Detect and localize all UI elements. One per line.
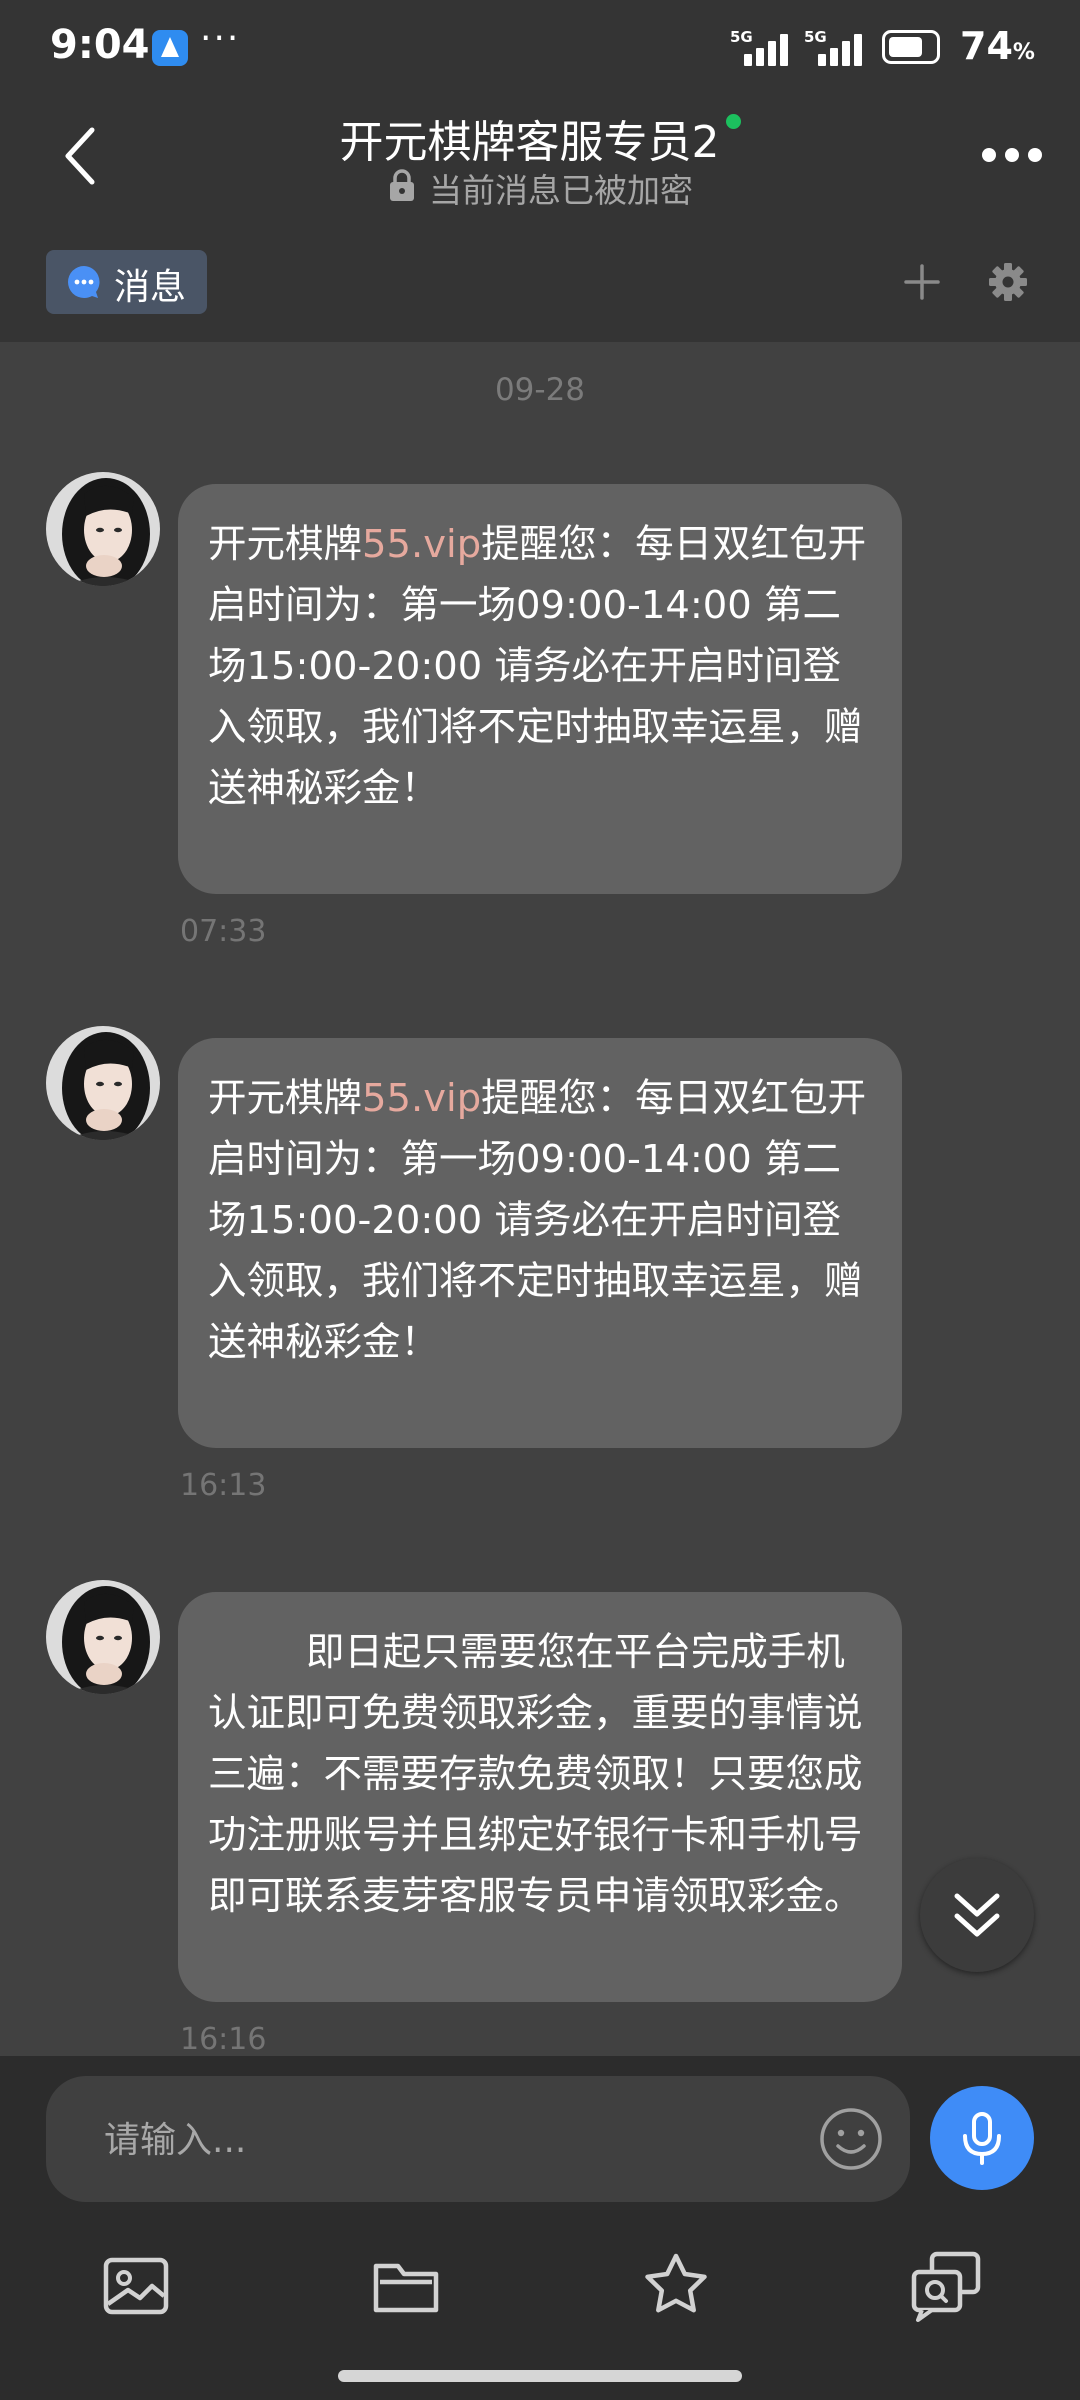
more-options-button[interactable] [980, 134, 1044, 174]
page-title: 开元棋牌客服专员2 [339, 117, 720, 168]
header-title-row: 开元棋牌客服专员2 [0, 106, 1080, 170]
tab-messages[interactable]: 消息 [46, 250, 207, 314]
message-link[interactable]: 55.vip [362, 522, 481, 567]
message-input-box[interactable] [46, 2076, 910, 2202]
message-time: 16:16 [180, 2022, 267, 2056]
battery-percent-value: 74 [960, 24, 1013, 68]
composer [0, 2056, 1080, 2400]
message-time: 07:33 [180, 914, 267, 949]
avatar-image [46, 472, 160, 586]
folder-icon [373, 2263, 439, 2313]
message-input[interactable] [102, 2106, 806, 2174]
voice-input-button[interactable] [930, 2086, 1034, 2190]
message-time: 16:13 [180, 1468, 267, 1503]
chat-bubble-icon [68, 266, 100, 299]
battery-level-fill [889, 37, 922, 57]
network-type-label: 5G [730, 28, 753, 46]
plus-icon [904, 264, 940, 300]
settings-button[interactable] [986, 260, 1030, 304]
gear-icon [989, 263, 1027, 301]
favorite-button[interactable] [636, 2246, 716, 2326]
tab-messages-label: 消息 [114, 267, 187, 308]
cellular-signal-icon: 5G [804, 28, 870, 68]
chat-header: 开元棋牌客服专员2 当前消息已被加密 消息 [0, 96, 1080, 342]
double-chevron-down-icon [954, 1893, 1000, 1937]
message-link[interactable]: 55.vip [362, 1076, 481, 1121]
add-button[interactable] [900, 260, 944, 304]
message-text: 开元棋牌 [208, 1076, 363, 1121]
quick-reply-icon [911, 2251, 981, 2322]
avatar[interactable] [46, 472, 160, 586]
image-button[interactable] [96, 2246, 176, 2326]
lock-icon [390, 169, 414, 201]
avatar[interactable] [46, 1580, 160, 1694]
header-subtitle: 当前消息已被加密 [429, 171, 693, 210]
star-icon [645, 2253, 707, 2313]
emoji-button[interactable] [818, 2106, 884, 2172]
message-bubble[interactable]: 即日起只需要您在平台完成手机认证即可免费领取彩金，重要的事情说三遍：不需要存款免… [178, 1592, 902, 2002]
message-text: 开元棋牌 [208, 522, 363, 567]
battery-icon [882, 30, 940, 64]
online-status-dot [725, 114, 741, 129]
message-bubble[interactable]: 开元棋牌55.vip提醒您：每日双红包开启时间为：第一场09:00-14:00 … [178, 1038, 902, 1448]
message-bubble[interactable]: 开元棋牌55.vip提醒您：每日双红包开启时间为：第一场09:00-14:00 … [178, 484, 902, 894]
status-time: 9:04 [50, 22, 150, 68]
network-type-label: 5G [804, 28, 827, 46]
status-more-indicator: ··· [200, 18, 241, 59]
status-bar: 9:04 ··· 5G 5G 74% [0, 0, 1080, 96]
scroll-to-bottom-button[interactable] [920, 1858, 1034, 1972]
battery-percent-unit: % [1012, 40, 1035, 65]
quick-reply-button[interactable] [906, 2246, 986, 2326]
date-separator: 09-28 [494, 372, 586, 408]
navigation-arrow-icon [152, 30, 188, 66]
avatar-image [46, 1026, 160, 1140]
encryption-notice: 当前消息已被加密 [0, 164, 1080, 212]
avatar[interactable] [46, 1026, 160, 1140]
more-dots-icon [982, 148, 996, 162]
home-indicator[interactable] [338, 2370, 742, 2382]
message-list[interactable]: 09-28 开元棋牌55.vip提醒您：每日双红包开启时间为：第一场09:00-… [0, 342, 1080, 2056]
cellular-signal-icon: 5G [730, 28, 796, 68]
smiley-icon [820, 2108, 882, 2170]
file-button[interactable] [366, 2246, 446, 2326]
battery-percent: 74% [960, 24, 1035, 68]
microphone-icon [963, 2112, 1001, 2165]
avatar-image [46, 1580, 160, 1694]
image-icon [103, 2257, 169, 2315]
